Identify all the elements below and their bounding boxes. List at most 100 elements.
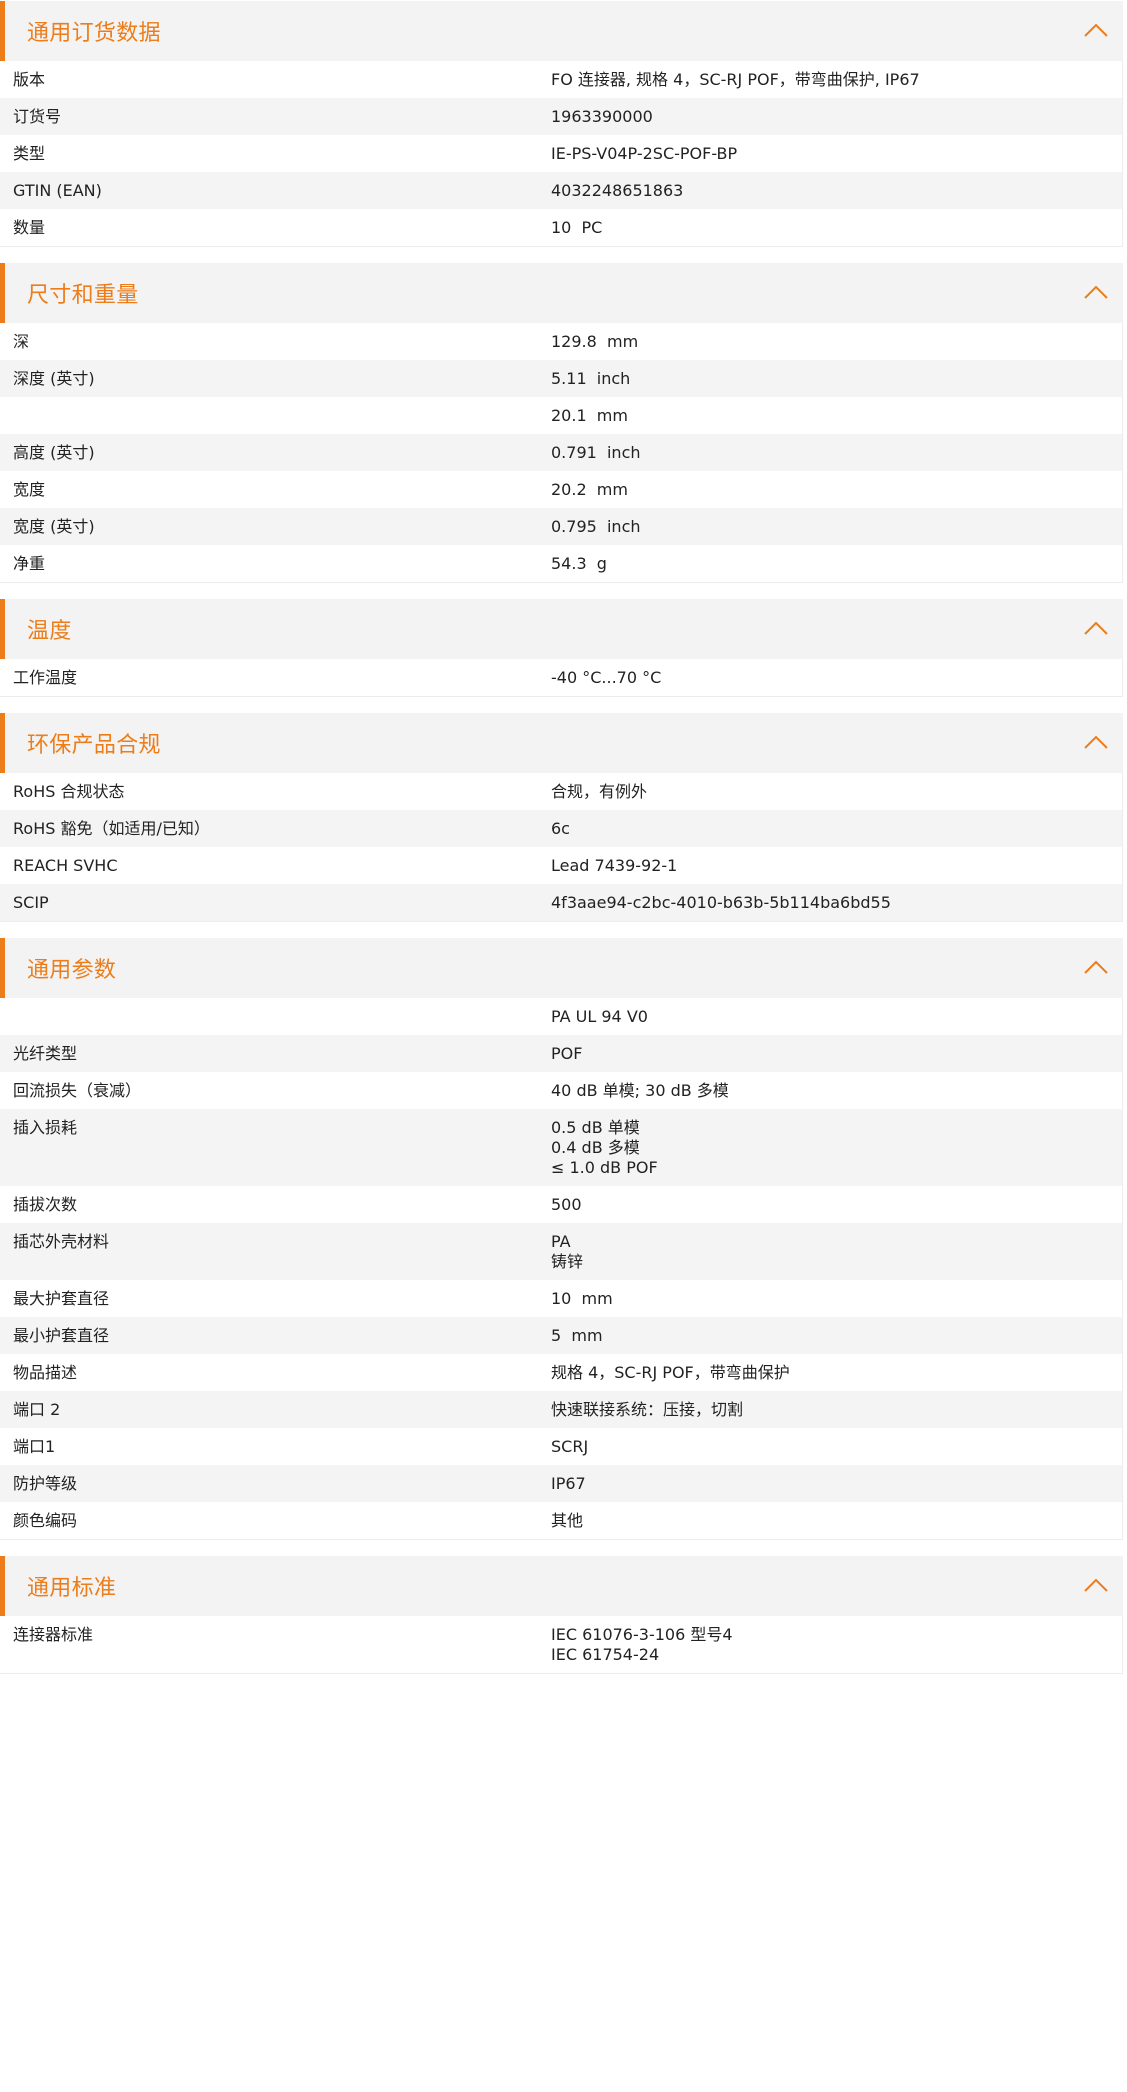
spec-value: 快速联接系统：压接，切割 — [551, 1400, 744, 1419]
spec-value: 规格 4，SC-RJ POF，带弯曲保护 — [551, 1363, 790, 1382]
spec-row: REACH SVHC Lead 7439-92-1 — [0, 847, 1122, 884]
section-title: 通用参数 — [27, 958, 117, 983]
spec-table: PA UL 94 V0 光纤类型 POF 回流损失（衰减） 40 dB 单模; 30 d… — [0, 998, 1123, 1540]
chevron-up-icon[interactable] — [1082, 615, 1110, 643]
section-title: 尺寸和重量 — [27, 283, 139, 308]
spec-row: 连接器标准 IEC 61076-3-106 型号4 IEC 61754-24 — [0, 1616, 1122, 1673]
spec-label: 端口 2 — [13, 1400, 61, 1419]
spec-label: 宽度 (英寸) — [13, 517, 95, 536]
chevron-up-icon[interactable] — [1082, 1572, 1110, 1600]
spec-value: -40 °C...70 °C — [551, 668, 662, 687]
spec-row: RoHS 豁免（如适用/已知） 6c — [0, 810, 1122, 847]
spec-label: 宽度 — [13, 480, 46, 499]
spec-value: 4032248651863 — [551, 181, 684, 200]
spec-value: 5 mm — [551, 1326, 603, 1345]
spec-row: 防护等级 IP67 — [0, 1465, 1122, 1502]
section-header-toggle[interactable]: 环保产品合规 — [0, 713, 1123, 773]
spec-value: 54.3 g — [551, 554, 607, 573]
spec-value: PA 铸锌 — [551, 1232, 584, 1271]
spec-label: 插入损耗 — [13, 1118, 78, 1137]
spec-row: PA UL 94 V0 — [0, 998, 1122, 1035]
spec-value: POF — [551, 1044, 583, 1063]
spec-label: 订货号 — [13, 107, 62, 126]
spec-row: 数量 10 PC — [0, 209, 1122, 246]
chevron-up-icon[interactable] — [1082, 954, 1110, 982]
spec-table: 版本 FO 连接器, 规格 4，SC-RJ POF，带弯曲保护, IP67 订货号 1… — [0, 61, 1123, 247]
spec-label: 最大护套直径 — [13, 1289, 110, 1308]
spec-value: 500 — [551, 1195, 582, 1214]
spec-row: 最大护套直径 10 mm — [0, 1280, 1122, 1317]
spec-value: IE-PS-V04P-2SC-POF-BP — [551, 144, 738, 163]
spec-label: 数量 — [13, 218, 46, 237]
spec-value: 0.5 dB 单模 0.4 dB 多模 ≤ 1.0 dB POF — [551, 1118, 658, 1177]
section-header-toggle[interactable]: 温度 — [0, 599, 1123, 659]
spec-row: 端口1 SCRJ — [0, 1428, 1122, 1465]
spec-label: 类型 — [13, 144, 46, 163]
spec-row: 宽度 20.2 mm — [0, 471, 1122, 508]
spec-table: 连接器标准 IEC 61076-3-106 型号4 IEC 61754-24 — [0, 1616, 1123, 1674]
spec-label: 版本 — [13, 70, 46, 89]
section-title: 环保产品合规 — [27, 733, 161, 758]
spec-value: 合规，有例外 — [551, 782, 648, 801]
spec-value: Lead 7439-92-1 — [551, 856, 678, 875]
spec-value: 10 PC — [551, 218, 603, 237]
spec-value: FO 连接器, 规格 4，SC-RJ POF，带弯曲保护, IP67 — [551, 70, 920, 89]
spec-row: 类型 IE-PS-V04P-2SC-POF-BP — [0, 135, 1122, 172]
spec-row: 宽度 (英寸) 0.795 inch — [0, 508, 1122, 545]
spec-label: 净重 — [13, 554, 46, 573]
spec-label: RoHS 合规状态 — [13, 782, 125, 801]
spec-row: 订货号 1963390000 — [0, 98, 1122, 135]
spec-row: 物品描述 规格 4，SC-RJ POF，带弯曲保护 — [0, 1354, 1122, 1391]
spec-value: 5.11 inch — [551, 369, 631, 388]
spec-label: 物品描述 — [13, 1363, 78, 1382]
spec-row: 回流损失（衰减） 40 dB 单模; 30 dB 多模 — [0, 1072, 1122, 1109]
spec-section: 通用标准 连接器标准 IEC 61076-3-106 型号4 IEC 61754-2… — [0, 1556, 1123, 1674]
spec-row: 光纤类型 POF — [0, 1035, 1122, 1072]
spec-value: SCRJ — [551, 1437, 589, 1456]
section-header-toggle[interactable]: 通用订货数据 — [0, 1, 1123, 61]
spec-row: 端口 2 快速联接系统：压接，切割 — [0, 1391, 1122, 1428]
section-title: 通用订货数据 — [27, 21, 161, 46]
spec-value: 1963390000 — [551, 107, 653, 126]
spec-table: RoHS 合规状态 合规，有例外 RoHS 豁免（如适用/已知） 6c REACH SV… — [0, 773, 1123, 922]
spec-section: 尺寸和重量深 129.8 mm 深度 (英寸) 5.11 inch 20.1 mm 高度 … — [0, 263, 1123, 583]
spec-row: 深 129.8 mm — [0, 323, 1122, 360]
spec-row: 插芯外壳材料 PA 铸锌 — [0, 1223, 1122, 1280]
spec-label: 防护等级 — [13, 1474, 78, 1493]
chevron-up-icon[interactable] — [1082, 729, 1110, 757]
spec-label: 高度 (英寸) — [13, 443, 95, 462]
spec-label: 颜色编码 — [13, 1511, 78, 1530]
spec-value: 40 dB 单模; 30 dB 多模 — [551, 1081, 729, 1100]
spec-label: 最小护套直径 — [13, 1326, 110, 1345]
spec-label: 端口1 — [13, 1437, 56, 1456]
spec-table: 深 129.8 mm 深度 (英寸) 5.11 inch 20.1 mm 高度 (英寸) 0… — [0, 323, 1123, 583]
spec-row: 深度 (英寸) 5.11 inch — [0, 360, 1122, 397]
spec-row: SCIP 4f3aae94-c2bc-4010-b63b-5b114ba6bd55 — [0, 884, 1122, 921]
spec-row: 工作温度 -40 °C...70 °C — [0, 659, 1122, 696]
spec-value: 4f3aae94-c2bc-4010-b63b-5b114ba6bd55 — [551, 893, 891, 912]
section-header-toggle[interactable]: 尺寸和重量 — [0, 263, 1123, 323]
chevron-up-icon[interactable] — [1082, 279, 1110, 307]
spec-value: 10 mm — [551, 1289, 613, 1308]
spec-label: RoHS 豁免（如适用/已知） — [13, 819, 210, 838]
spec-value: 20.1 mm — [551, 406, 628, 425]
spec-value: 0.791 inch — [551, 443, 641, 462]
spec-row: 20.1 mm — [0, 397, 1122, 434]
spec-section: 温度工作温度 -40 °C...70 °C — [0, 599, 1123, 697]
spec-label: GTIN (EAN) — [13, 181, 102, 200]
spec-value: 6c — [551, 819, 570, 838]
spec-label: 工作温度 — [13, 668, 78, 687]
spec-row: 版本 FO 连接器, 规格 4，SC-RJ POF，带弯曲保护, IP67 — [0, 61, 1122, 98]
section-title: 温度 — [27, 619, 72, 644]
section-header-toggle[interactable]: 通用标准 — [0, 1556, 1123, 1616]
chevron-up-icon[interactable] — [1082, 17, 1110, 45]
spec-label: SCIP — [13, 893, 49, 912]
spec-value: IP67 — [551, 1474, 586, 1493]
section-header-toggle[interactable]: 通用参数 — [0, 938, 1123, 998]
spec-label: 深 — [13, 332, 30, 351]
spec-row: 颜色编码 其他 — [0, 1502, 1122, 1539]
spec-value: 20.2 mm — [551, 480, 628, 499]
spec-value: 0.795 inch — [551, 517, 641, 536]
spec-label: 深度 (英寸) — [13, 369, 95, 388]
spec-value: 其他 — [551, 1511, 584, 1530]
